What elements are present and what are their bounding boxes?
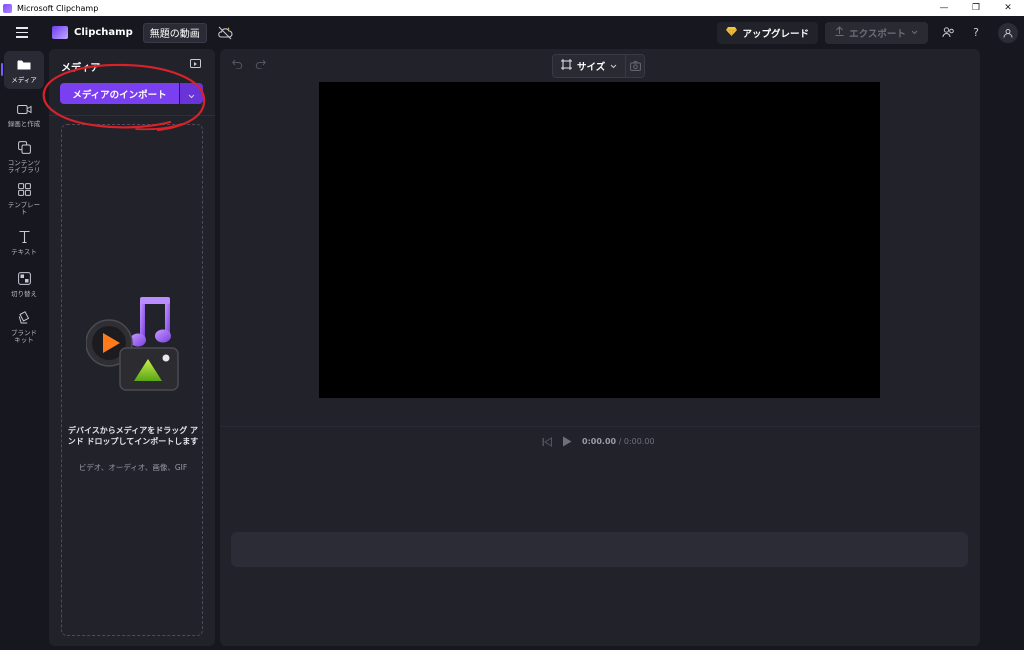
cloud-sync-off-icon[interactable] [217, 25, 233, 41]
screenshot-icon[interactable] [626, 55, 645, 77]
rail-item-transitions[interactable]: 切り替え [4, 265, 44, 303]
upgrade-button[interactable]: アップグレード [717, 21, 818, 44]
rail-label-content-library: コンテンツ ライブラリ [7, 158, 41, 174]
export-label: エクスポート [849, 28, 906, 40]
templates-icon [17, 181, 31, 200]
close-button[interactable]: ✕ [992, 0, 1024, 16]
supported-formats-text: ビデオ、オーディオ、画像、GIF [78, 463, 188, 472]
export-button[interactable]: エクスポート [825, 21, 928, 44]
panel-divider [49, 115, 215, 116]
window-controls: — ❐ ✕ [928, 0, 1024, 16]
rail-item-record-create[interactable]: 録画と作成 [4, 95, 44, 133]
left-navigation-rail: メディア 録画と作成 コンテンツ ライブラリ テンプレー ト テキスト 切り替え… [0, 49, 48, 650]
preview-area: サイズ 0:00.00 / 0:00.00 [220, 49, 980, 646]
window-title: Microsoft Clipchamp [17, 3, 99, 13]
chevron-down-icon [188, 84, 195, 103]
playback-controls: 0:00.00 / 0:00.00 [542, 432, 655, 451]
import-options-dropdown[interactable] [180, 83, 203, 104]
window-titlebar: Microsoft Clipchamp — ❐ ✕ [0, 0, 1024, 16]
import-media-button[interactable]: メディアのインポート [60, 83, 179, 104]
undo-icon[interactable] [232, 59, 243, 72]
brand: Clipchamp [52, 26, 133, 39]
skip-back-icon[interactable] [542, 432, 552, 451]
folder-icon [17, 56, 31, 75]
app-header: Clipchamp 無題の動画 アップグレード エクスポート ? [0, 16, 1024, 49]
diamond-icon [726, 26, 738, 39]
timeline-track[interactable] [231, 532, 968, 567]
clipchamp-logo-icon [52, 26, 68, 39]
upload-icon [835, 26, 844, 39]
preview-divider [220, 426, 980, 427]
media-panel-title: メディア [61, 63, 101, 74]
rail-label-transitions: 切り替え [11, 290, 37, 298]
resize-icon [561, 59, 572, 73]
brand-kit-icon [18, 309, 30, 328]
chevron-down-icon [610, 61, 617, 72]
minimize-button[interactable]: — [928, 0, 960, 16]
rail-item-media[interactable]: メディア [1, 51, 44, 89]
current-time: 0:00.00 [582, 437, 617, 446]
aspect-ratio-group: サイズ [552, 54, 646, 78]
camera-icon [16, 100, 32, 119]
rail-label-templates: テンプレー ト [7, 200, 41, 216]
rail-label-media: メディア [11, 76, 37, 84]
brand-name: Clipchamp [74, 27, 133, 38]
rail-label-text: テキスト [11, 248, 37, 256]
media-panel: メディア メディアのインポート デバイスからメディアをドラッグ アンド ドロップ… [49, 49, 215, 646]
transitions-icon [17, 270, 31, 289]
rail-item-content-library[interactable]: コンテンツ ライブラリ [4, 137, 44, 175]
play-icon[interactable] [562, 432, 572, 451]
rail-item-text[interactable]: テキスト [4, 223, 44, 261]
avatar[interactable] [998, 22, 1018, 43]
total-time: / 0:00.00 [618, 437, 655, 446]
library-icon [17, 139, 31, 158]
redo-icon[interactable] [255, 59, 266, 72]
rail-label-brand-kit: ブランド キット [11, 328, 37, 344]
collapse-panel-icon[interactable] [190, 59, 201, 68]
media-illustration-icon [86, 297, 179, 391]
rail-label-record-create: 録画と作成 [7, 120, 41, 128]
size-button[interactable]: サイズ [553, 55, 626, 77]
undo-redo-group [232, 59, 266, 72]
rail-item-brand-kit[interactable]: ブランド キット [4, 307, 44, 345]
share-people-icon[interactable] [936, 21, 960, 45]
right-sidebar-strip [980, 49, 1024, 650]
hamburger-menu-icon[interactable] [0, 16, 44, 49]
size-label: サイズ [577, 62, 606, 73]
rail-item-templates[interactable]: テンプレー ト [4, 179, 44, 217]
video-preview-canvas[interactable] [319, 82, 880, 398]
media-drop-zone[interactable]: デバイスからメディアをドラッグ アンド ドロップしてインポートします ビデオ、オ… [61, 124, 203, 636]
restore-button[interactable]: ❐ [960, 0, 992, 16]
help-icon[interactable]: ? [964, 21, 988, 45]
project-title-field[interactable]: 無題の動画 [142, 22, 207, 43]
text-icon [19, 228, 30, 247]
drop-zone-instructions: デバイスからメディアをドラッグ アンド ドロップしてインポートします [67, 426, 199, 446]
clipchamp-app-icon [3, 3, 12, 13]
upgrade-label: アップグレード [742, 28, 809, 40]
chevron-down-icon [911, 27, 918, 38]
